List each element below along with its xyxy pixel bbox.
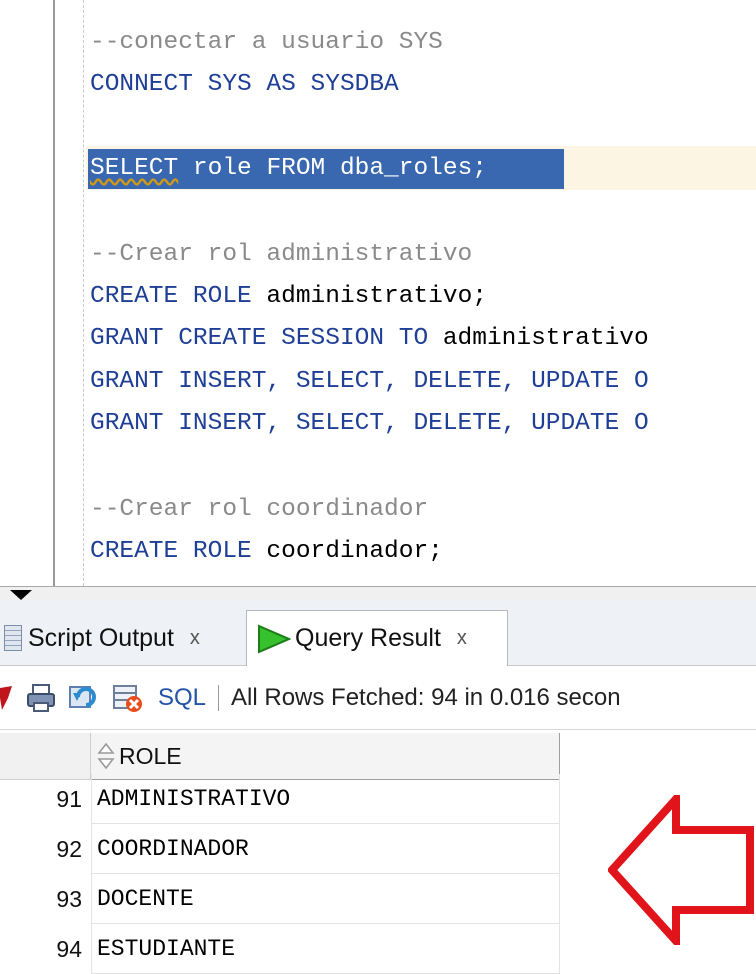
- column-header-role[interactable]: ROLE: [91, 733, 560, 780]
- row-number: 92: [56, 836, 82, 862]
- row-number-header: [0, 733, 91, 780]
- code-line-comment-admin[interactable]: --Crear rol administrativo: [90, 238, 472, 272]
- grant-session-ident: administrativo: [428, 325, 649, 352]
- result-toolbar: SQL All Rows Fetched: 94 in 0.016 secon: [0, 666, 756, 730]
- red-arrow-annotation: [608, 795, 754, 945]
- code-line-select[interactable]: SELECT role FROM dba_roles;: [90, 152, 487, 186]
- code-line-comment-connect[interactable]: --conectar a usuario SYS: [90, 26, 443, 60]
- sql-button[interactable]: SQL: [158, 684, 206, 712]
- admin-role-ident: administrativo;: [251, 283, 487, 310]
- toolbar-divider: [218, 684, 220, 711]
- refresh-icon[interactable]: [68, 683, 100, 713]
- tab-query-result-label: Query Result: [295, 624, 441, 652]
- code-line-grant-insert-1[interactable]: GRANT INSERT, SELECT, DELETE, UPDATE O: [90, 365, 649, 399]
- table-row[interactable]: 94 ESTUDIANTE: [0, 924, 560, 974]
- role-cell[interactable]: ADMINISTRATIVO: [91, 774, 560, 824]
- editor-gutter-border: [53, 0, 55, 586]
- fold-guide: [83, 0, 84, 586]
- select-table-ident: dba_roles;: [325, 155, 487, 182]
- fetch-status: All Rows Fetched: 94 in 0.016 secon: [231, 683, 621, 711]
- coord-role-ident: coordinador;: [251, 538, 443, 565]
- close-icon[interactable]: x: [190, 627, 200, 650]
- table-row[interactable]: 93 DOCENTE: [0, 874, 560, 924]
- table-row[interactable]: 91 ADMINISTRATIVO: [0, 774, 560, 824]
- delete-rows-icon[interactable]: [112, 683, 144, 713]
- sort-icon[interactable]: [97, 742, 115, 770]
- table-row[interactable]: 92 COORDINADOR: [0, 824, 560, 874]
- pin-icon[interactable]: [0, 684, 14, 712]
- play-icon: [258, 623, 291, 654]
- tab-script-output-label: Script Output: [28, 623, 174, 652]
- role-cell[interactable]: ESTUDIANTE: [91, 924, 560, 974]
- role-cell[interactable]: COORDINADOR: [91, 824, 560, 874]
- grant-session-keyword: GRANT CREATE SESSION TO: [90, 325, 429, 352]
- script-output-icon: [4, 625, 22, 651]
- code-line-comment-coord[interactable]: --Crear rol coordinador: [90, 493, 428, 527]
- code-line-connect[interactable]: CONNECT SYS AS SYSDBA: [90, 68, 399, 102]
- select-role-ident: role: [178, 155, 267, 182]
- output-tab-bar: Script Output x Query Result x: [0, 600, 756, 666]
- close-icon[interactable]: x: [457, 627, 467, 650]
- row-number: 93: [56, 886, 82, 912]
- grid-header: ROLE: [0, 733, 560, 780]
- panel-splitter[interactable]: [0, 586, 756, 600]
- row-number: 91: [56, 786, 82, 812]
- tab-query-result[interactable]: Query Result x: [246, 610, 508, 666]
- row-number: 94: [56, 936, 82, 962]
- code-line-grant-session[interactable]: GRANT CREATE SESSION TO administrativo: [90, 322, 649, 356]
- code-line-create-coord[interactable]: CREATE ROLE coordinador;: [90, 535, 443, 569]
- from-keyword: FROM: [266, 155, 326, 182]
- role-cell[interactable]: DOCENTE: [91, 874, 560, 924]
- select-keyword: SELECT: [90, 155, 179, 182]
- sql-editor[interactable]: --conectar a usuario SYS CONNECT SYS AS …: [0, 0, 756, 586]
- collapse-arrow-icon[interactable]: [10, 590, 32, 600]
- code-line-grant-insert-2[interactable]: GRANT INSERT, SELECT, DELETE, UPDATE O: [90, 407, 649, 441]
- column-header-role-label: ROLE: [119, 742, 182, 769]
- create-role-keyword: CREATE ROLE: [90, 538, 252, 565]
- create-role-keyword: CREATE ROLE: [90, 283, 252, 310]
- code-line-create-admin[interactable]: CREATE ROLE administrativo;: [90, 280, 487, 314]
- tab-script-output[interactable]: Script Output x: [0, 610, 240, 666]
- print-icon[interactable]: [26, 683, 56, 712]
